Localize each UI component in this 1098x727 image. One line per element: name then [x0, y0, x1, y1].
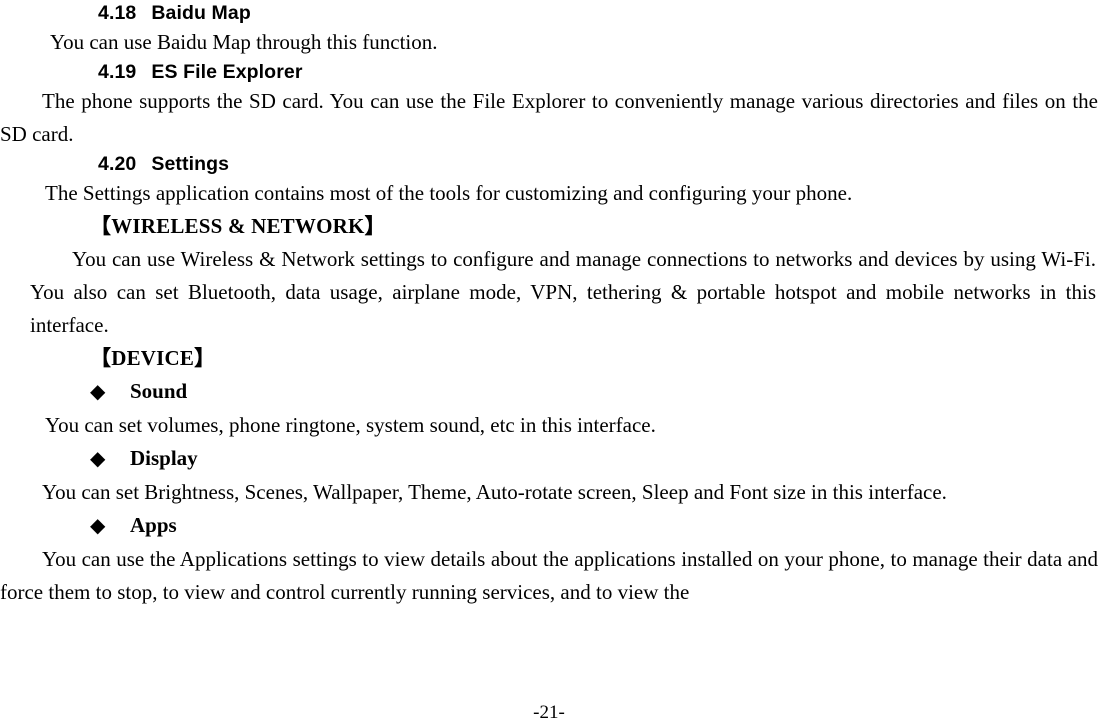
- heading-number: 4.20: [98, 153, 137, 175]
- list-item-label: Sound: [130, 379, 188, 403]
- paragraph-baidu-map-body: You can use Baidu Map through this funct…: [50, 30, 438, 54]
- heading-baidu-map: 4.18 Baidu Map: [0, 0, 1098, 26]
- heading-title: Settings: [151, 153, 230, 175]
- diamond-bullet-icon: ◆: [90, 448, 106, 470]
- paragraph-sound-body: You can set volumes, phone ringtone, sys…: [45, 413, 656, 437]
- list-item-label: Display: [130, 446, 198, 470]
- diamond-bullet-icon: ◆: [90, 515, 106, 537]
- paragraph-settings-intro: The Settings application contains most o…: [45, 181, 853, 205]
- document-page: 4.18 Baidu Map You can use Baidu Map thro…: [0, 0, 1098, 727]
- heading-number: 4.19: [98, 61, 137, 83]
- list-item-display: ◆ Display: [0, 442, 1098, 476]
- paragraph-apps-body: You can use the Applications settings to…: [0, 547, 1098, 604]
- paragraph-wireless-network-body: You can use Wireless & Network settings …: [30, 247, 1096, 337]
- heading-settings: 4.20 Settings: [0, 151, 1098, 177]
- heading-es-file-explorer: 4.19 ES File Explorer: [0, 59, 1098, 85]
- paragraph-display-body: You can set Brightness, Scenes, Wallpape…: [42, 480, 947, 504]
- list-item-label: Apps: [130, 513, 177, 537]
- paragraph-es-file-explorer-body: The phone supports the SD card. You can …: [0, 89, 1098, 146]
- page-number: -21-: [533, 702, 565, 723]
- heading-number: 4.18: [98, 2, 137, 24]
- heading-title: ES File Explorer: [151, 61, 303, 83]
- list-item-apps: ◆ Apps: [0, 509, 1098, 543]
- list-item-sound: ◆ Sound: [0, 375, 1098, 409]
- group-label-device: 【DEVICE】: [90, 346, 216, 370]
- group-label-wireless-network: 【WIRELESS & NETWORK】: [90, 214, 386, 238]
- diamond-bullet-icon: ◆: [90, 381, 106, 403]
- heading-title: Baidu Map: [151, 2, 251, 24]
